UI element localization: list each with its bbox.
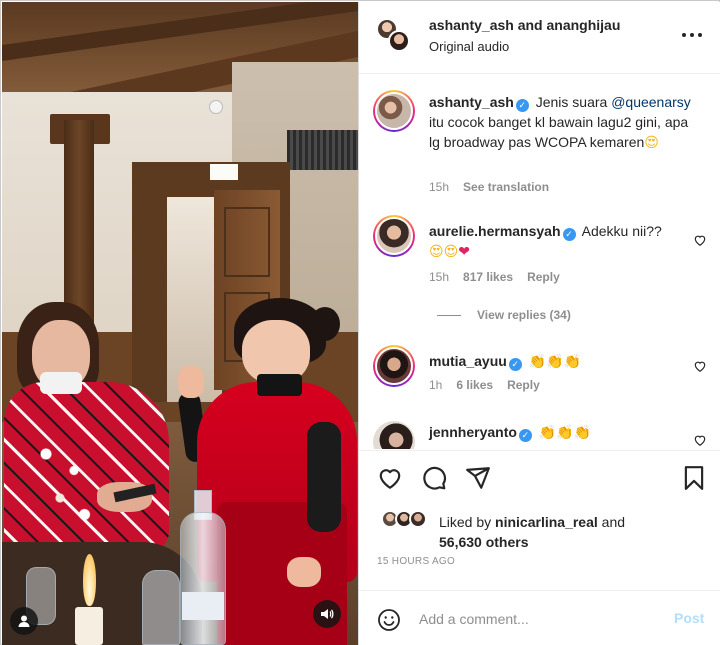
audio-toggle-button[interactable] [313, 600, 341, 628]
comment-input[interactable] [419, 608, 639, 630]
caption-text: ashanty_ash ✓ Jenis suara @queenarsy itu … [429, 94, 691, 151]
liked-by: Liked by ninicarlina_real and 56,630 oth… [359, 508, 720, 552]
liked-by-text: Liked by ninicarlina_real and 56,630 oth… [439, 514, 626, 550]
likes-count[interactable]: 6 likes [456, 378, 493, 392]
likes-count[interactable]: 817 likes [463, 270, 513, 284]
like-comment-heart-icon[interactable] [693, 233, 707, 247]
like-comment-heart-icon[interactable] [693, 359, 707, 373]
comment-meta: 1h 6 likes Reply [429, 378, 540, 392]
avatar[interactable] [388, 30, 410, 52]
mention-link[interactable]: @queenarsy [611, 94, 691, 110]
comment-text: mutia_ayuu ✓ 👏👏👏 [429, 351, 701, 372]
likes-count-link[interactable]: 56,630 others [439, 534, 529, 550]
avatar[interactable] [409, 510, 427, 528]
avatar[interactable] [373, 421, 415, 449]
air-conditioner [287, 130, 358, 170]
candle-flame [83, 554, 96, 606]
red-heart-emoji: ❤ [458, 244, 470, 260]
post-timestamp[interactable]: 15 HOURS AGO [377, 556, 455, 567]
comment-username[interactable]: aurelie.hermansyah [429, 223, 561, 239]
avatar[interactable] [373, 215, 415, 257]
see-translation-link[interactable]: See translation [463, 180, 549, 194]
flower-vase [32, 432, 102, 542]
speaker-icon [321, 609, 334, 619]
smoke-detector [209, 100, 223, 114]
comment-meta: 15h 817 likes Reply [429, 270, 560, 284]
avatar[interactable] [373, 90, 415, 132]
tagged-user-button[interactable] [10, 607, 38, 635]
caption-meta: 15h See translation [429, 180, 549, 194]
comment-text: aurelie.hermansyah ✓ Adekku nii?? 😍😍❤ [429, 223, 662, 260]
like-heart-icon[interactable] [377, 465, 403, 491]
heart-eyes-emoji: 😍 [644, 135, 659, 151]
caption-username[interactable]: ashanty_ash [429, 94, 514, 110]
share-icon[interactable] [465, 465, 491, 491]
verified-badge-icon: ✓ [515, 99, 529, 112]
post-author[interactable]: ashanty_ash and ananghijau [429, 17, 620, 33]
liked-by-user-link[interactable]: ninicarlina_real [495, 514, 598, 530]
wine-glass [142, 570, 180, 645]
clapping-hands-emoji: 👏👏👏 [528, 354, 581, 370]
post-photo[interactable] [2, 2, 358, 645]
post-sidebar: ashanty_ash and ananghijau Original audi… [358, 2, 720, 645]
post-actions [359, 450, 720, 500]
add-comment-bar: Post [359, 590, 720, 645]
comments-list[interactable]: ashanty_ash ✓ Jenis suara @queenarsy itu … [359, 75, 720, 449]
bookmark-icon[interactable] [681, 465, 707, 491]
more-icon [682, 33, 686, 37]
verified-badge-icon: ✓ [518, 429, 532, 442]
post-comment-button[interactable]: Post [674, 610, 704, 626]
comment-icon[interactable] [421, 465, 447, 491]
instagram-post-window: ashanty_ash and ananghijau Original audi… [0, 0, 720, 645]
heart-eyes-emoji: 😍😍 [429, 244, 459, 260]
post-header: ashanty_ash and ananghijau Original audi… [359, 2, 720, 74]
verified-badge-icon: ✓ [508, 358, 522, 371]
comment-username[interactable]: mutia_ayuu [429, 353, 507, 369]
like-comment-heart-icon[interactable] [693, 433, 707, 447]
audio-label[interactable]: Original audio [429, 39, 509, 54]
view-replies-button[interactable]: View replies (34) [437, 308, 571, 322]
comment-text: jennheryanto ✓ 👏👏👏 [429, 422, 701, 443]
caption-time: 15h [429, 180, 450, 194]
more-options-button[interactable] [679, 24, 705, 46]
emoji-smiley-icon[interactable] [377, 608, 401, 632]
user-icon [18, 615, 30, 627]
comment-username[interactable]: jennheryanto [429, 424, 517, 440]
verified-badge-icon: ✓ [562, 228, 576, 241]
avatar[interactable] [373, 345, 415, 387]
reply-button[interactable]: Reply [527, 270, 560, 284]
candle [75, 607, 103, 645]
reply-button[interactable]: Reply [507, 378, 540, 392]
water-bottle [180, 512, 226, 645]
clapping-hands-emoji: 👏👏👏 [538, 425, 592, 441]
